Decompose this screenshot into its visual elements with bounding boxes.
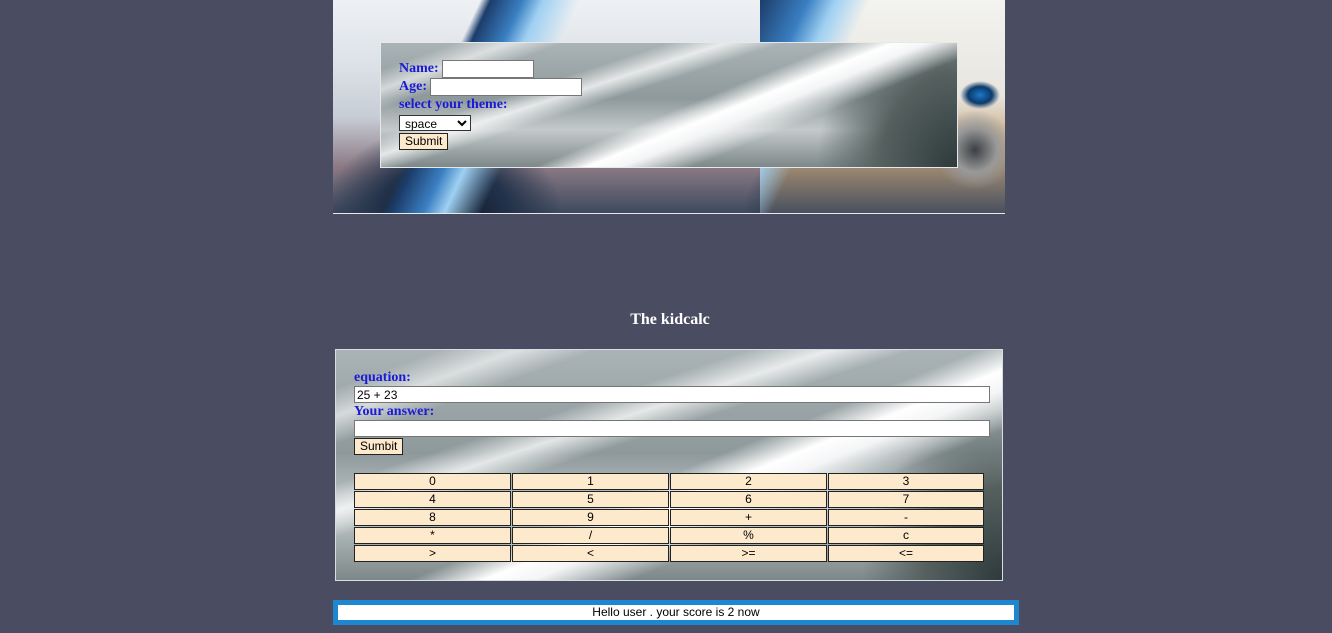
key-0[interactable]: 0 [354,473,511,490]
keypad: 0 1 2 3 4 5 6 7 8 9 + - * / % c > < >= <… [354,473,984,562]
calculator-form: equation: Your answer: Sumbit [354,369,990,455]
user-form: Name: Age: select your theme: space Subm… [399,60,582,150]
key-8[interactable]: 8 [354,509,511,526]
key-1[interactable]: 1 [512,473,669,490]
key-clear[interactable]: c [828,527,984,544]
key-less-equal[interactable]: <= [828,545,984,562]
name-label: Name: [399,61,439,76]
key-3[interactable]: 3 [828,473,984,490]
equation-field[interactable] [354,386,990,403]
submit-button[interactable]: Submit [399,132,449,150]
calculator-panel: equation: Your answer: Sumbit 0 1 2 3 4 … [335,349,1003,581]
theme-label: select your theme: [399,97,508,112]
key-divide[interactable]: / [512,527,669,544]
key-greater-equal[interactable]: >= [670,545,827,562]
key-plus[interactable]: + [670,509,827,526]
age-row: Age: [399,78,582,96]
answer-input[interactable] [354,420,990,437]
name-row: Name: [399,60,582,78]
key-less-than[interactable]: < [512,545,669,562]
key-5[interactable]: 5 [512,491,669,508]
name-input[interactable] [441,60,534,78]
score-status-bar: Hello user . your score is 2 now [333,600,1019,625]
key-7[interactable]: 7 [828,491,984,508]
theme-select[interactable]: space [399,115,471,131]
key-modulo[interactable]: % [670,527,827,544]
key-4[interactable]: 4 [354,491,511,508]
age-label: Age: [399,79,427,94]
submit-row: Submit [399,132,582,150]
theme-select-row: space [399,114,582,132]
equation-label: equation: [354,370,411,385]
age-input[interactable] [430,78,582,96]
key-minus[interactable]: - [828,509,984,526]
key-9[interactable]: 9 [512,509,669,526]
key-2[interactable]: 2 [670,473,827,490]
answer-submit-button[interactable]: Sumbit [354,438,404,455]
key-6[interactable]: 6 [670,491,827,508]
key-multiply[interactable]: * [354,527,511,544]
theme-label-row: select your theme: [399,96,582,114]
page-title: The kidcalc [630,311,710,328]
answer-label: Your answer: [354,404,435,419]
key-greater-than[interactable]: > [354,545,511,562]
user-form-panel: Name: Age: select your theme: space Subm… [380,42,958,168]
